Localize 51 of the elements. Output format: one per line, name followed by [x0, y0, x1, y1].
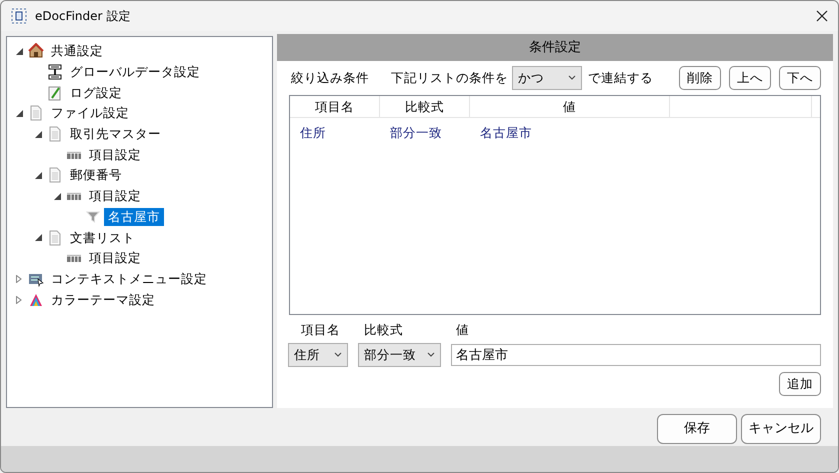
- cancel-button[interactable]: キャンセル: [741, 414, 821, 444]
- funnel-icon: [85, 208, 101, 225]
- join-prefix-label: 下記リストの条件を: [391, 68, 508, 87]
- tree-item[interactable]: 項目設定: [85, 249, 145, 268]
- field-label: 項目名: [301, 321, 341, 339]
- up-button[interactable]: 上へ: [729, 66, 771, 90]
- document-icon: [47, 167, 63, 184]
- tree-item[interactable]: ログ設定: [66, 84, 126, 102]
- join-suffix-label: で連結する: [588, 68, 653, 87]
- app-icon: [11, 8, 27, 24]
- window-title: eDocFinder 設定: [35, 8, 130, 25]
- panel-header: 条件設定: [277, 34, 833, 61]
- tree-item[interactable]: 名古屋市: [104, 208, 164, 226]
- chevron-down-icon: [427, 352, 435, 358]
- house-icon: [28, 43, 44, 60]
- value-label: 値: [456, 321, 469, 339]
- close-icon[interactable]: [816, 10, 828, 22]
- column-header[interactable]: 項目名: [290, 96, 380, 117]
- tree-item[interactable]: ファイル設定: [47, 104, 133, 122]
- filter-label: 絞り込み条件: [291, 68, 369, 87]
- add-button[interactable]: 追加: [779, 372, 821, 396]
- save-button[interactable]: 保存: [657, 414, 737, 444]
- operator-dropdown[interactable]: 部分一致: [358, 343, 441, 367]
- tree-item[interactable]: カラーテーマ設定: [47, 290, 159, 309]
- table-cell-text: 名古屋市: [479, 124, 533, 142]
- document-icon: [28, 105, 44, 122]
- tree-item[interactable]: 郵便番号: [66, 166, 126, 184]
- server-icon: [47, 64, 63, 80]
- column-header[interactable]: 値: [470, 96, 670, 117]
- operator-label: 比較式: [364, 321, 404, 339]
- document-icon: [47, 126, 63, 142]
- document-icon: [47, 230, 63, 246]
- tree-item[interactable]: コンテキストメニュー設定: [47, 270, 211, 288]
- column-header[interactable]: 比較式: [380, 96, 470, 117]
- value-field[interactable]: 名古屋市: [451, 344, 821, 366]
- color-fan-icon: [28, 292, 44, 308]
- delete-button[interactable]: 削除: [679, 66, 721, 90]
- table-cell-text: 住所: [299, 124, 327, 142]
- join-dropdown[interactable]: かつ: [512, 66, 582, 90]
- pencil-note-icon: [47, 84, 63, 101]
- tree-item[interactable]: 取引先マスター: [66, 125, 165, 144]
- tree-item[interactable]: 項目設定: [85, 146, 145, 164]
- table-cell-text: 部分一致: [389, 124, 443, 142]
- chevron-down-icon: [334, 352, 342, 358]
- tree-item[interactable]: グローバルデータ設定: [66, 63, 204, 82]
- field-dropdown[interactable]: 住所: [288, 343, 348, 367]
- chevron-down-icon: [568, 75, 576, 81]
- tree-item[interactable]: 共通設定: [47, 42, 107, 60]
- tree-item[interactable]: 項目設定: [85, 187, 145, 206]
- down-button[interactable]: 下へ: [779, 66, 821, 90]
- tree-item[interactable]: 文書リスト: [66, 228, 139, 247]
